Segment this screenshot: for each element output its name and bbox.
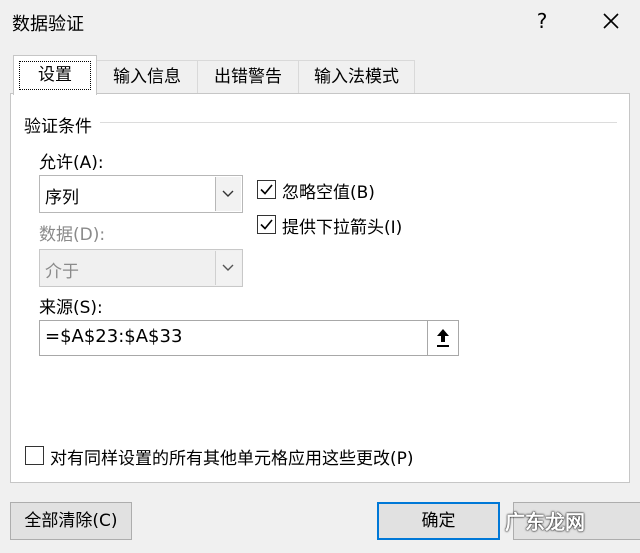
tab-error-alert[interactable]: 出错警告 <box>197 60 299 94</box>
tab-label: 出错警告 <box>214 67 282 87</box>
checkmark-icon <box>260 219 273 230</box>
ok-button[interactable]: 确定 <box>377 502 500 540</box>
source-input-value: =$A$23:$A$33 <box>45 326 183 347</box>
group-divider <box>100 122 617 123</box>
collapse-dialog-icon <box>437 329 449 347</box>
in-cell-dropdown-label[interactable]: 提供下拉箭头(I) <box>282 213 402 238</box>
allow-label: 允许(A): <box>39 153 104 173</box>
tab-input-message[interactable]: 输入信息 <box>96 60 198 94</box>
checkmark-icon <box>260 184 273 195</box>
apply-all-checkbox[interactable] <box>25 446 44 465</box>
in-cell-dropdown-checkbox[interactable] <box>257 215 276 234</box>
tab-label: 输入法模式 <box>314 67 399 87</box>
close-icon <box>603 13 619 29</box>
data-select: 介于 <box>39 249 243 287</box>
help-button[interactable]: ? <box>531 8 553 34</box>
allow-select[interactable]: 序列 <box>39 175 243 213</box>
range-picker-button[interactable] <box>427 321 458 355</box>
tab-ime-mode[interactable]: 输入法模式 <box>298 60 415 94</box>
chevron-down-icon <box>222 264 234 271</box>
dialog-title: 数据验证 <box>12 14 84 35</box>
allow-select-arrow[interactable] <box>215 177 241 211</box>
chevron-down-icon <box>222 190 234 197</box>
source-label: 来源(S): <box>39 298 103 318</box>
clear-all-button[interactable]: 全部清除(C) <box>10 502 132 540</box>
tab-settings[interactable]: 设置 <box>13 55 97 95</box>
validation-criteria-heading: 验证条件 <box>24 117 92 137</box>
apply-all-label[interactable]: 对有同样设置的所有其他单元格应用这些更改(P) <box>50 444 414 469</box>
data-label: 数据(D): <box>39 225 106 245</box>
tab-label: 输入信息 <box>113 67 181 87</box>
close-button[interactable] <box>598 8 624 34</box>
data-select-arrow <box>215 251 241 285</box>
allow-select-value: 序列 <box>45 188 79 208</box>
data-select-value: 介于 <box>45 262 79 282</box>
ignore-blank-label[interactable]: 忽略空值(B) <box>282 178 375 203</box>
tab-focus-outline <box>19 61 91 90</box>
ignore-blank-checkbox[interactable] <box>257 180 276 199</box>
source-input[interactable]: =$A$23:$A$33 <box>39 320 459 356</box>
watermark: 广东龙网 <box>505 510 585 534</box>
